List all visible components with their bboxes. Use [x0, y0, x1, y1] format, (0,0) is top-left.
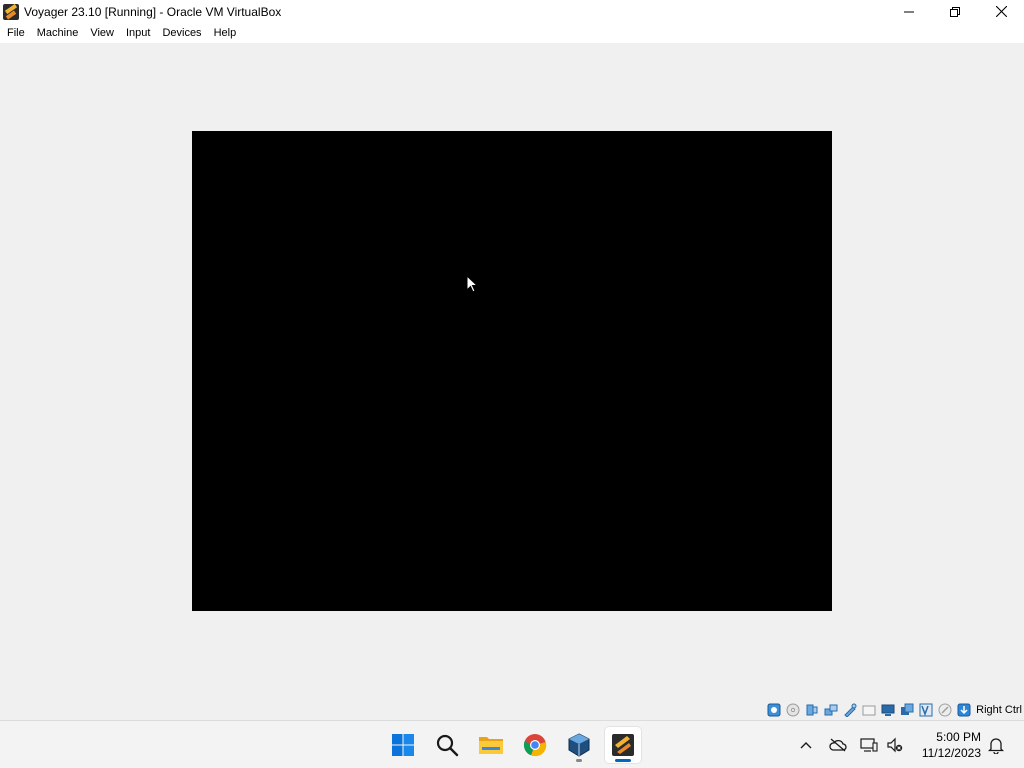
host-key-label: Right Ctrl — [976, 704, 1022, 716]
virtualbox-icon — [568, 733, 590, 757]
start-icon — [392, 734, 414, 756]
restore-button[interactable] — [932, 0, 978, 23]
mouse-integration-icon[interactable] — [937, 702, 953, 718]
running-indicator — [576, 759, 582, 762]
vm-display[interactable] — [192, 131, 832, 611]
volume-button[interactable] — [885, 735, 905, 755]
hard-disk-icon[interactable] — [766, 702, 782, 718]
chrome-icon — [523, 734, 547, 757]
menu-machine[interactable]: Machine — [31, 23, 85, 43]
cpu-icon[interactable] — [918, 702, 934, 718]
close-icon — [995, 6, 1007, 17]
bell-icon — [988, 738, 1004, 754]
menu-devices[interactable]: Devices — [156, 23, 207, 43]
vm-status-bar: Right Ctrl — [766, 700, 1024, 720]
file-explorer-icon — [479, 737, 503, 754]
display-icon[interactable] — [880, 702, 896, 718]
volume-muted-icon — [887, 737, 903, 753]
clock-date: 11/12/2023 — [921, 746, 981, 760]
network-icon — [860, 738, 878, 752]
menu-bar: File Machine View Input Devices Help — [0, 23, 1024, 43]
show-hidden-icons-chevron — [800, 742, 812, 749]
clock[interactable]: 5:00 PM 11/12/2023 — [922, 729, 981, 761]
file-explorer-button[interactable] — [473, 727, 509, 763]
keyboard-icon[interactable] — [956, 702, 972, 718]
title-bar[interactable]: Voyager 23.10 [Running] - Oracle VM Virt… — [0, 0, 1024, 23]
window-controls — [886, 0, 1024, 23]
audio-icon[interactable] — [804, 702, 820, 718]
vm-window-button[interactable] — [605, 727, 641, 763]
notifications-button[interactable] — [986, 735, 1006, 755]
taskbar: 5:00 PM 11/12/2023 — [0, 720, 1024, 768]
optical-drive-icon[interactable] — [785, 702, 801, 718]
virtualbox-button[interactable] — [561, 727, 597, 763]
menu-input[interactable]: Input — [120, 23, 156, 43]
usb-icon[interactable] — [842, 702, 858, 718]
show-hidden-icons-button[interactable] — [796, 735, 816, 755]
chrome-button[interactable] — [517, 727, 553, 763]
active-indicator — [615, 759, 631, 762]
onedrive-icon — [829, 738, 847, 752]
voyager-app-icon[interactable] — [3, 3, 19, 20]
start-button[interactable] — [385, 727, 421, 763]
menu-file[interactable]: File — [1, 23, 31, 43]
network-icon[interactable] — [823, 702, 839, 718]
onedrive-button[interactable] — [828, 735, 848, 755]
search-button[interactable] — [429, 727, 465, 763]
mouse-cursor-icon — [466, 275, 478, 293]
restore-icon — [950, 6, 960, 17]
vm-window-icon — [612, 734, 634, 756]
menu-view[interactable]: View — [84, 23, 120, 43]
menu-help[interactable]: Help — [208, 23, 243, 43]
window-title: Voyager 23.10 [Running] - Oracle VM Virt… — [24, 4, 282, 19]
minimize-button[interactable] — [886, 0, 932, 23]
search-icon — [436, 734, 459, 757]
recording-icon[interactable] — [899, 702, 915, 718]
shared-folders-icon[interactable] — [861, 702, 877, 718]
clock-time: 5:00 PM — [936, 730, 981, 744]
close-button[interactable] — [978, 0, 1024, 23]
network-tray-button[interactable] — [859, 735, 879, 755]
minimize-icon — [904, 11, 914, 12]
